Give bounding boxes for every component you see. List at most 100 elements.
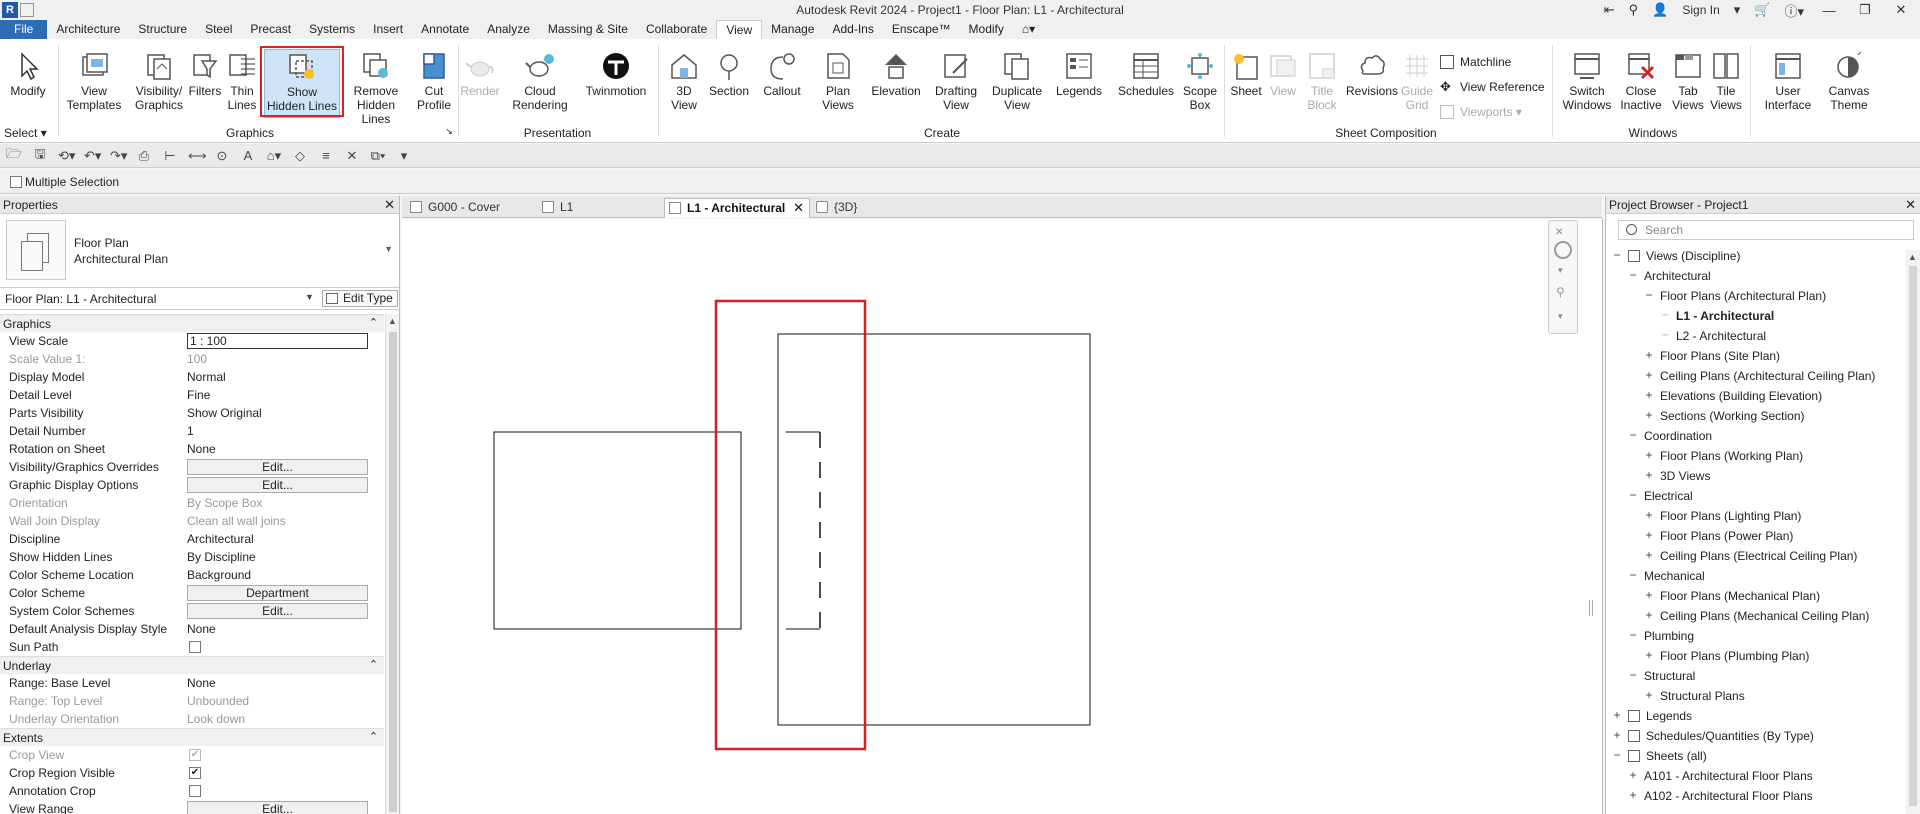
color-scheme-button[interactable]: Department (187, 585, 368, 601)
property-value[interactable]: None (187, 676, 216, 690)
browser-node[interactable]: + Ceiling Plans (Mechanical Ceiling Plan) (1606, 606, 1906, 626)
crop-region-visible-checkbox[interactable]: ✔ (189, 767, 201, 779)
help-icon[interactable]: ⓘ▾ (1784, 1, 1804, 20)
scope-box-button[interactable]: Scope Box (1180, 51, 1220, 112)
drafting-view-button[interactable]: Drafting View (928, 51, 984, 112)
user-icon[interactable]: 👤 (1652, 2, 1668, 18)
tab-modify[interactable]: Modify (960, 20, 1013, 39)
expand-icon[interactable]: + (1628, 788, 1638, 802)
visibility-graphics-button[interactable]: Visibility/ Graphics (128, 51, 190, 112)
instance-dropdown-icon[interactable]: ▼ (305, 292, 314, 302)
aligned-dimension-icon[interactable]: ⟷ (188, 148, 207, 164)
title-block-button[interactable]: Title Block (1302, 51, 1342, 112)
collapse-icon[interactable]: − (1612, 748, 1622, 762)
expand-icon[interactable]: + (1644, 448, 1654, 462)
remove-hidden-lines-button[interactable]: Remove Hidden Lines (344, 51, 408, 126)
plan-views-button[interactable]: Plan Views (818, 51, 858, 112)
property-value[interactable]: Normal (187, 370, 226, 384)
sign-in-dropdown-icon[interactable]: ▾ (1734, 2, 1741, 18)
tab-views-button[interactable]: Tab Views (1670, 51, 1706, 112)
property-group-extents[interactable]: Extents ⌃ (0, 728, 384, 746)
tab-add-ins[interactable]: Add-Ins (823, 20, 882, 39)
expand-icon[interactable]: + (1644, 648, 1654, 662)
browser-node[interactable]: − Sheets (all) (1606, 746, 1906, 766)
browser-node[interactable]: − Plumbing (1606, 626, 1906, 646)
undo-icon[interactable]: ↶▾ (84, 148, 101, 164)
type-selector-dropdown-icon[interactable]: ▼ (384, 244, 393, 254)
twinmotion-button[interactable]: Twinmotion (580, 51, 652, 98)
tab-l1-architectural[interactable]: L1 - Architectural ✕ (664, 198, 810, 218)
tab-precast[interactable]: Precast (241, 20, 300, 39)
redo-icon[interactable]: ↷▾ (110, 148, 127, 164)
expand-icon[interactable]: + (1644, 528, 1654, 542)
system-color-schemes-button[interactable]: Edit... (187, 603, 368, 619)
view-templates-button[interactable]: View Templates (66, 51, 122, 112)
browser-scrollbar[interactable]: ▲ (1906, 250, 1920, 814)
render-button[interactable]: Render (460, 51, 500, 98)
collapse-icon[interactable]: − (1628, 568, 1638, 582)
tab-l1[interactable]: L1 (538, 198, 662, 218)
canvas-splitter-handle[interactable] (1589, 600, 1593, 616)
scroll-up-icon[interactable]: ▲ (1908, 252, 1917, 262)
expand-icon[interactable]: + (1644, 368, 1654, 382)
expand-icon[interactable]: + (1644, 508, 1654, 522)
cart-icon[interactable]: 🛒 (1754, 2, 1770, 18)
close-inactive-button[interactable]: Close Inactive (1616, 51, 1666, 112)
collapse-icon[interactable]: ⌃ (369, 658, 378, 671)
expand-icon[interactable]: + (1644, 348, 1654, 362)
tab-collaborate[interactable]: Collaborate (637, 20, 716, 39)
tab-massing-site[interactable]: Massing & Site (539, 20, 637, 39)
browser-node[interactable]: − Views (Discipline) (1606, 246, 1906, 266)
legends-button[interactable]: Legends (1054, 51, 1104, 98)
collapse-icon[interactable]: − (1612, 248, 1622, 262)
browser-node[interactable]: + Ceiling Plans (Electrical Ceiling Plan) (1606, 546, 1906, 566)
select-panel-label[interactable]: Select ▾ (4, 126, 54, 140)
close-navbar-icon[interactable]: ✕ (1555, 227, 1563, 238)
collapse-icon[interactable]: − (1628, 668, 1638, 682)
browser-node[interactable]: + Floor Plans (Power Plan) (1606, 526, 1906, 546)
tile-views-button[interactable]: Tile Views (1708, 51, 1744, 112)
collapse-icon[interactable]: − (1628, 428, 1638, 442)
browser-node[interactable]: − Architectural (1606, 266, 1906, 286)
tab-systems[interactable]: Systems (300, 20, 364, 39)
browser-node[interactable]: ┄ L1 - Architectural (1606, 306, 1906, 326)
annotation-crop-checkbox[interactable] (189, 785, 201, 797)
property-group-underlay[interactable]: Underlay ⌃ (0, 656, 384, 674)
scrollbar-thumb[interactable] (1909, 266, 1917, 806)
instance-selector[interactable]: Floor Plan: L1 - Architectural ▼ Edit Ty… (0, 288, 399, 310)
sun-path-checkbox[interactable] (189, 641, 201, 653)
sheet-button[interactable]: Sheet (1226, 51, 1266, 98)
close-icon[interactable]: ✕ (1890, 2, 1912, 18)
property-value[interactable]: Architectural (187, 532, 254, 546)
expand-icon[interactable]: + (1628, 768, 1638, 782)
browser-search-input[interactable]: Search (1618, 220, 1914, 240)
browser-node[interactable]: + Structural Plans (1606, 686, 1906, 706)
browser-node[interactable]: − Electrical (1606, 486, 1906, 506)
customize-qat-icon[interactable]: ▾ (396, 148, 412, 164)
view-scale-field[interactable]: 1 : 100 (187, 333, 368, 349)
tab-structure[interactable]: Structure (129, 20, 196, 39)
expand-icon[interactable]: + (1644, 408, 1654, 422)
collapse-icon[interactable]: ⌃ (369, 316, 378, 329)
zoom-dropdown-icon[interactable]: ▾ (1558, 311, 1563, 322)
browser-node[interactable]: +3D Views (1606, 466, 1906, 486)
cloud-rendering-button[interactable]: Cloud Rendering (510, 51, 570, 112)
switch-windows-button[interactable]: Switch Windows (1560, 51, 1614, 112)
steering-wheel-icon[interactable] (1554, 241, 1572, 259)
property-value[interactable]: None (187, 622, 216, 636)
property-value[interactable]: Show Original (187, 406, 262, 420)
matchline-button[interactable]: Matchline (1440, 55, 1520, 69)
expand-icon[interactable]: + (1644, 388, 1654, 402)
scroll-up-icon[interactable]: ▲ (388, 316, 397, 326)
browser-node[interactable]: + Legends (1606, 706, 1906, 726)
drawing-canvas[interactable] (402, 219, 1603, 814)
default-3d-view-icon[interactable]: ⌂▾ (266, 148, 282, 164)
expand-icon[interactable]: + (1612, 728, 1622, 742)
graphics-dialog-launcher-icon[interactable]: ↘ (444, 126, 454, 137)
schedules-button[interactable]: Schedules (1116, 51, 1176, 98)
browser-node[interactable]: − Mechanical (1606, 566, 1906, 586)
browser-node[interactable]: + A101 - Architectural Floor Plans (1606, 766, 1906, 786)
collapse-icon[interactable]: − (1628, 628, 1638, 642)
expand-icon[interactable]: + (1644, 548, 1654, 562)
browser-node[interactable]: + A102 - Architectural Floor Plans (1606, 786, 1906, 806)
